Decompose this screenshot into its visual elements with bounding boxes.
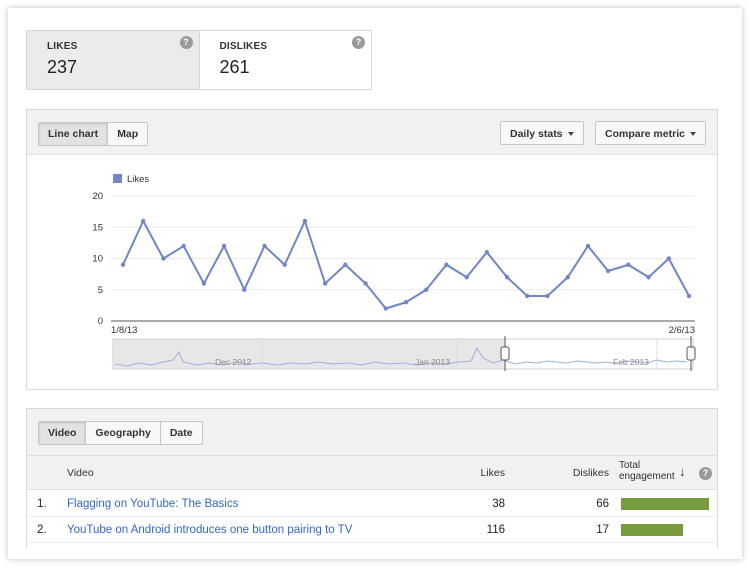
chevron-down-icon bbox=[689, 132, 696, 137]
data-point bbox=[484, 250, 490, 255]
help-icon[interactable]: ? bbox=[352, 36, 365, 49]
data-point bbox=[585, 243, 591, 249]
chart-panel: Line chart Map Daily stats Compare metri… bbox=[26, 109, 718, 390]
compare-metric-dropdown[interactable]: Compare metric bbox=[595, 121, 706, 145]
help-icon[interactable]: ? bbox=[179, 36, 193, 49]
help-icon[interactable]: ? bbox=[699, 467, 712, 480]
timeline-label-dec: Dec 2012 bbox=[215, 357, 252, 367]
y-axis-ticks: 0 5 10 15 20 bbox=[92, 191, 103, 327]
tab-geography[interactable]: Geography bbox=[85, 422, 159, 444]
metric-card-likes[interactable]: LIKES 237 ? bbox=[27, 31, 200, 89]
data-point bbox=[444, 262, 449, 267]
tab-video[interactable]: Video bbox=[39, 422, 86, 444]
y-tick-label: 5 bbox=[98, 285, 103, 296]
data-point bbox=[161, 256, 166, 261]
data-point bbox=[363, 281, 368, 286]
chart-toolbar: Line chart Map Daily stats Compare metri… bbox=[27, 110, 717, 155]
range-handle-left[interactable] bbox=[500, 346, 510, 361]
column-header-likes[interactable]: Likes bbox=[457, 467, 505, 479]
column-header-video[interactable]: Video bbox=[67, 467, 94, 479]
data-point bbox=[525, 293, 530, 299]
dimension-tabs: Video Geography Date bbox=[38, 421, 203, 445]
data-point bbox=[242, 287, 247, 292]
metric-card-dislikes[interactable]: DISLIKES 261 ? bbox=[200, 31, 372, 89]
likes-series-points bbox=[120, 218, 692, 311]
y-tick-label: 15 bbox=[92, 222, 103, 233]
metric-value: 237 bbox=[47, 57, 78, 77]
x-end-label: 2/6/13 bbox=[669, 325, 695, 336]
data-point bbox=[605, 268, 611, 274]
data-point bbox=[181, 243, 186, 249]
metric-label: DISLIKES bbox=[219, 41, 268, 52]
table-header: Video Likes Dislikes Total engagement ↓ … bbox=[27, 456, 717, 490]
y-tick-label: 20 bbox=[92, 191, 103, 202]
data-point bbox=[201, 281, 207, 286]
x-start-label: 1/8/13 bbox=[111, 325, 137, 336]
legend-swatch bbox=[113, 174, 122, 183]
data-point bbox=[141, 218, 146, 224]
data-point bbox=[646, 275, 651, 280]
line-chart: 0 5 10 15 20 Likes 1/8/13 2/6/13 Dec 2012 Ja… bbox=[92, 174, 696, 371]
video-title-link[interactable]: YouTube on Android introduces one button… bbox=[67, 524, 352, 536]
data-point bbox=[282, 262, 287, 267]
data-point bbox=[565, 275, 570, 280]
line-chart-button[interactable]: Line chart bbox=[39, 123, 108, 145]
data-point bbox=[343, 262, 348, 267]
column-header-dislikes[interactable]: Dislikes bbox=[557, 467, 609, 479]
data-point bbox=[504, 275, 510, 280]
range-handle-right[interactable] bbox=[686, 346, 696, 361]
data-point bbox=[120, 262, 126, 267]
table-panel: Video Geography Date Video Likes Dislike… bbox=[26, 408, 718, 548]
row-rank: 1. bbox=[37, 498, 47, 510]
data-point bbox=[424, 287, 429, 292]
table-row: 1. Flagging on YouTube: The Basics 38 66 bbox=[27, 491, 717, 517]
y-tick-label: 0 bbox=[98, 316, 103, 327]
data-point bbox=[464, 275, 469, 280]
row-rank: 2. bbox=[37, 524, 47, 536]
data-point bbox=[626, 262, 631, 267]
daily-stats-label: Daily stats bbox=[510, 128, 563, 140]
timeline-label-feb: Feb 2013 bbox=[613, 357, 649, 367]
data-point bbox=[302, 218, 308, 224]
chevron-down-icon bbox=[567, 132, 574, 137]
metric-value: 261 bbox=[219, 57, 250, 77]
metric-label: LIKES bbox=[47, 41, 78, 52]
likes-series-line bbox=[122, 220, 690, 310]
timeline-label-jan: Jan 2013 bbox=[415, 357, 450, 367]
column-header-engagement[interactable]: Total engagement bbox=[619, 460, 681, 482]
engagement-bar bbox=[621, 524, 683, 536]
data-point bbox=[221, 243, 227, 249]
dislikes-value: 17 bbox=[596, 524, 609, 536]
data-point bbox=[383, 306, 388, 311]
engagement-bar bbox=[621, 498, 709, 510]
video-title-link[interactable]: Flagging on YouTube: The Basics bbox=[67, 498, 238, 510]
legend-label: Likes bbox=[127, 174, 149, 185]
sort-down-icon[interactable]: ↓ bbox=[679, 464, 686, 479]
compare-metric-label: Compare metric bbox=[605, 128, 685, 140]
data-point bbox=[666, 256, 671, 261]
data-point bbox=[545, 293, 550, 299]
daily-stats-dropdown[interactable]: Daily stats bbox=[500, 121, 584, 145]
data-point bbox=[403, 300, 409, 305]
data-point bbox=[686, 293, 692, 299]
map-button[interactable]: Map bbox=[107, 123, 147, 145]
table-row: 2. YouTube on Android introduces one but… bbox=[27, 517, 717, 543]
likes-value: 116 bbox=[486, 524, 505, 536]
metric-cards: LIKES 237 ? DISLIKES 261 ? bbox=[26, 30, 372, 90]
table-toolbar: Video Geography Date bbox=[27, 409, 717, 456]
y-tick-label: 10 bbox=[92, 254, 103, 265]
timeline-navigator: Dec 2012 Jan 2013 Feb 2013 bbox=[112, 336, 696, 371]
data-point bbox=[262, 243, 267, 249]
dislikes-value: 66 bbox=[596, 498, 609, 510]
tab-date[interactable]: Date bbox=[159, 422, 202, 444]
likes-value: 38 bbox=[492, 498, 505, 510]
chart-view-toggle: Line chart Map bbox=[38, 122, 149, 146]
data-point bbox=[322, 281, 328, 286]
